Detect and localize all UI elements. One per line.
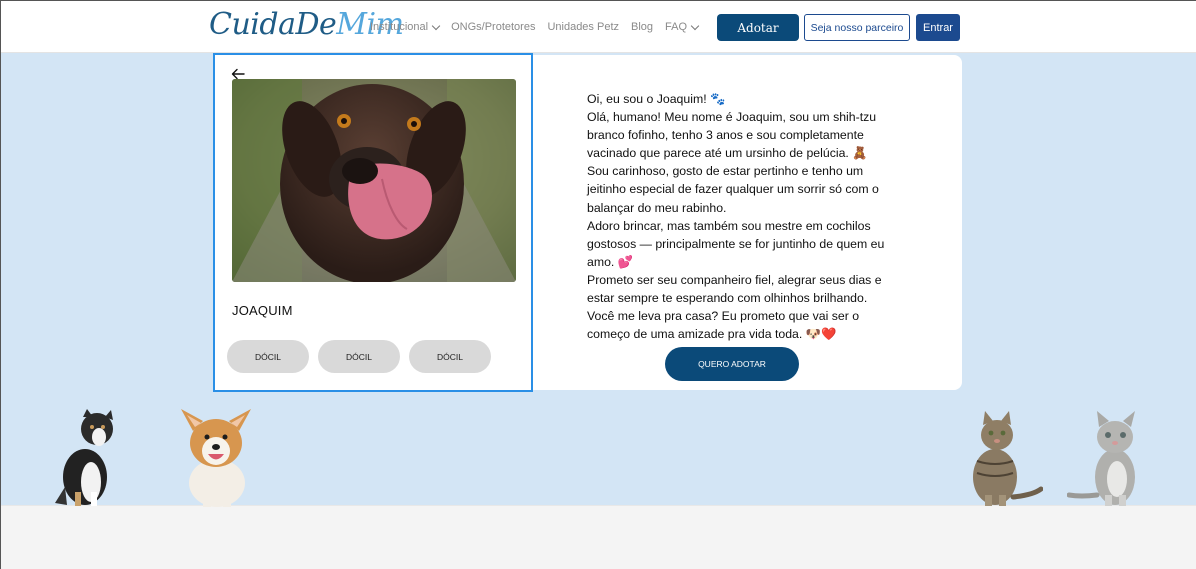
nav-faq[interactable]: FAQ	[665, 21, 700, 33]
nav-blog-label: Blog	[631, 21, 654, 33]
aussie-dog-illustration	[55, 409, 113, 506]
pet-photo	[232, 79, 516, 282]
story-paragraph: Adoro brincar, mas também sou mestre em …	[587, 218, 885, 269]
logo-text-part1: CuidaDe	[209, 7, 337, 42]
nav-institucional[interactable]: Institucional	[370, 21, 441, 33]
site-header: CuidaDeMim Institucional ONGs/Protetores…	[1, 1, 1196, 53]
grey-kitten-illustration	[1067, 411, 1135, 506]
dog-photo-illustration	[232, 79, 516, 282]
adotar-button[interactable]: Adotar	[717, 14, 799, 41]
seja-parceiro-button[interactable]: Seja nosso parceiro	[804, 14, 910, 41]
story-paragraph: Oi, eu sou o Joaquim! 🐾	[587, 92, 726, 106]
story-paragraph: Olá, humano! Meu nome é Joaquim, sou um …	[587, 110, 877, 161]
footer-area	[1, 505, 1196, 569]
nav-unidades-label: Unidades Petz	[547, 21, 619, 33]
pet-story: Oi, eu sou o Joaquim! 🐾 Olá, humano! Meu…	[587, 90, 897, 343]
pet-profile-panel: JOAQUIM DÓCIL DÓCIL DÓCIL	[213, 53, 533, 392]
chevron-down-icon	[690, 21, 700, 30]
story-paragraph: Prometo ser seu companheiro fiel, alegra…	[587, 272, 882, 306]
quero-adotar-button[interactable]: QUERO ADOTAR	[665, 347, 799, 381]
nav-unidades-petz[interactable]: Unidades Petz	[547, 21, 619, 33]
nav-blog[interactable]: Blog	[631, 21, 653, 33]
entrar-button[interactable]: Entrar	[916, 14, 960, 41]
nav-ongs-protetores[interactable]: ONGs/Protetores	[451, 21, 535, 33]
story-paragraph: Sou carinhoso, gosto de estar pertinho e…	[587, 164, 879, 215]
corgi-dog-illustration	[181, 409, 251, 507]
pet-name: JOAQUIM	[232, 303, 293, 318]
main-nav: Institucional ONGs/Protetores Unidades P…	[370, 21, 700, 33]
story-paragraph: Você me leva pra casa? Eu prometo que va…	[587, 309, 860, 342]
pet-tag: DÓCIL	[409, 340, 491, 373]
nav-ongs-label: ONGs/Protetores	[451, 21, 536, 33]
pet-tags: DÓCIL DÓCIL DÓCIL	[227, 340, 491, 373]
pet-tag: DÓCIL	[227, 340, 309, 373]
nav-faq-label: FAQ	[665, 21, 688, 33]
pet-tag: DÓCIL	[318, 340, 400, 373]
nav-institucional-label: Institucional	[370, 21, 429, 33]
chevron-down-icon	[431, 21, 441, 30]
tabby-cat-illustration	[973, 411, 1043, 506]
